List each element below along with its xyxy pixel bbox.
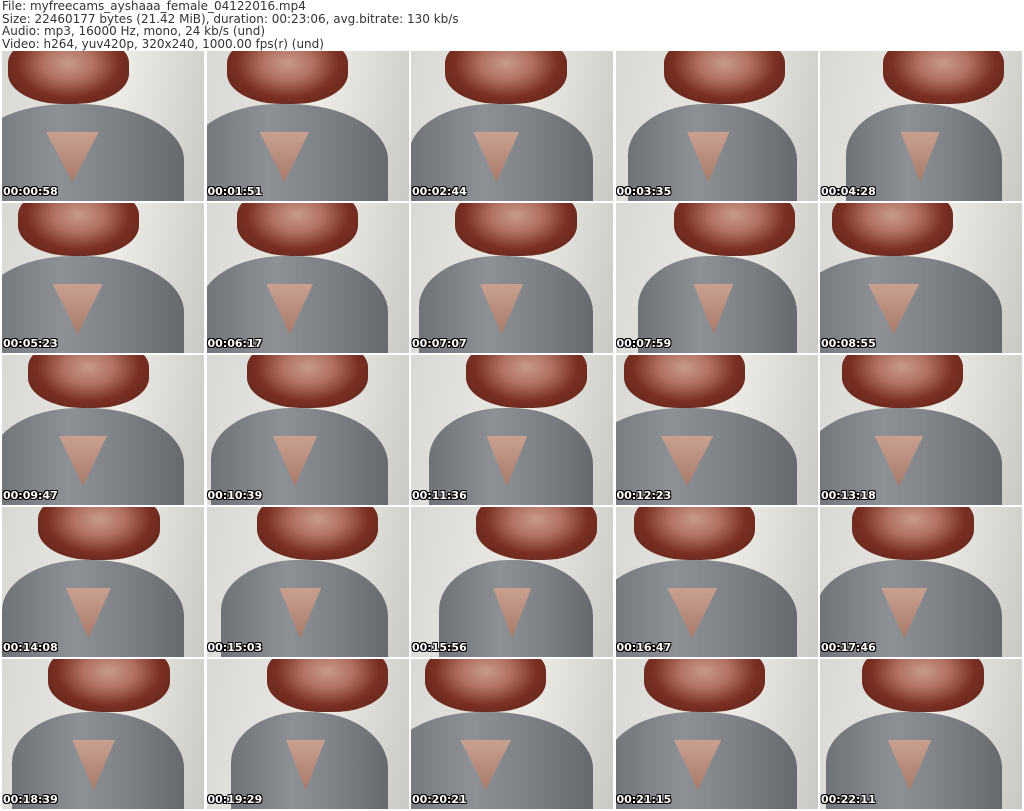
video-thumbnail[interactable]: 00:21:15: [615, 659, 818, 809]
thumbnail-image-hair: [246, 355, 369, 408]
video-thumbnail[interactable]: 00:11:36: [411, 355, 613, 505]
thumbnail-image-hair: [28, 355, 150, 408]
thumbnail-image-hair: [445, 51, 567, 104]
thumbnail-image-hair: [623, 355, 745, 408]
video-thumbnail[interactable]: 00:20:21: [411, 659, 613, 809]
timestamp: 00:13:18: [821, 489, 876, 502]
video-thumbnail[interactable]: 00:04:28: [820, 51, 1022, 201]
video-thumbnail[interactable]: 00:03:35: [615, 51, 818, 201]
thumbnail-image-hair: [8, 51, 130, 104]
timestamp: 00:21:15: [616, 793, 672, 806]
timestamp: 00:01:51: [207, 185, 263, 198]
thumbnail-image-hair: [663, 51, 786, 104]
timestamp: 00:03:35: [616, 185, 672, 198]
timestamp: 00:19:29: [207, 793, 263, 806]
timestamp: 00:14:08: [3, 641, 58, 654]
video-thumbnail[interactable]: 00:18:39: [2, 659, 204, 809]
thumbnail-image-hair: [18, 203, 140, 256]
timestamp: 00:10:39: [207, 489, 263, 502]
video-thumbnail[interactable]: 00:13:18: [820, 355, 1022, 505]
thumbnail-image-hair: [643, 659, 765, 712]
timestamp: 00:07:59: [616, 337, 672, 350]
video-thumbnail[interactable]: 00:19:29: [206, 659, 409, 809]
video-thumbnail[interactable]: 00:01:51: [206, 51, 409, 201]
timestamp: 00:05:23: [3, 337, 58, 350]
video-thumbnail[interactable]: 00:12:23: [615, 355, 818, 505]
thumbnail-image-hair: [832, 203, 954, 256]
thumbnail-image-hair: [465, 355, 587, 408]
timestamp: 00:20:21: [412, 793, 467, 806]
thumbnail-image-hair: [475, 507, 597, 560]
file-info-header: File: myfreecams_ayshaaa_female_04122016…: [2, 0, 459, 50]
thumbnail-image-hair: [425, 659, 547, 712]
video-thumbnail[interactable]: 00:09:47: [2, 355, 204, 505]
thumbnail-image-hair: [882, 51, 1004, 104]
thumbnail-grid: 00:00:58 00:01:51 00:02:44 00:03:35 00:04:28…: [2, 51, 1022, 809]
timestamp: 00:08:55: [821, 337, 876, 350]
timestamp: 00:11:36: [412, 489, 467, 502]
thumbnail-image-hair: [38, 507, 160, 560]
timestamp: 00:15:03: [207, 641, 263, 654]
thumbnail-image-hair: [842, 355, 964, 408]
timestamp: 00:09:47: [3, 489, 58, 502]
video-thumbnail[interactable]: 00:15:56: [411, 507, 613, 657]
video-thumbnail[interactable]: 00:07:59: [615, 203, 818, 353]
timestamp: 00:15:56: [412, 641, 467, 654]
thumbnail-image-hair: [633, 507, 755, 560]
video-thumbnail[interactable]: 00:05:23: [2, 203, 204, 353]
timestamp: 00:12:23: [616, 489, 672, 502]
thumbnail-image-hair: [455, 203, 577, 256]
thumbnail-image-hair: [267, 659, 389, 712]
video-thumbnail[interactable]: 00:07:07: [411, 203, 613, 353]
thumbnail-image-hair: [257, 507, 379, 560]
thumbnail-image-hair: [48, 659, 170, 712]
thumbnail-image-hair: [236, 203, 358, 256]
timestamp: 00:04:28: [821, 185, 876, 198]
video-thumbnail[interactable]: 00:06:17: [206, 203, 409, 353]
thumbnail-image-hair: [862, 659, 984, 712]
timestamp: 00:22:11: [821, 793, 876, 806]
timestamp: 00:16:47: [616, 641, 672, 654]
timestamp: 00:02:44: [412, 185, 467, 198]
timestamp: 00:00:58: [3, 185, 58, 198]
video-thumbnail[interactable]: 00:22:11: [820, 659, 1022, 809]
timestamp: 00:18:39: [3, 793, 58, 806]
timestamp: 00:06:17: [207, 337, 263, 350]
video-thumbnail[interactable]: 00:02:44: [411, 51, 613, 201]
timestamp: 00:17:46: [821, 641, 876, 654]
video-thumbnail[interactable]: 00:14:08: [2, 507, 204, 657]
thumbnail-image-hair: [852, 507, 974, 560]
video-info: Video: h264, yuv420p, 320x240, 1000.00 f…: [2, 36, 324, 51]
timestamp: 00:07:07: [412, 337, 467, 350]
video-thumbnail[interactable]: 00:10:39: [206, 355, 409, 505]
video-thumbnail[interactable]: 00:08:55: [820, 203, 1022, 353]
video-thumbnail[interactable]: 00:15:03: [206, 507, 409, 657]
thumbnail-image-hair: [674, 203, 796, 256]
audio-info: Audio: mp3, 16000 Hz, mono, 24 kb/s (und…: [2, 24, 266, 38]
file-name: File: myfreecams_ayshaaa_female_04122016…: [2, 0, 306, 13]
thumbnail-image-hair: [226, 51, 348, 104]
video-thumbnail[interactable]: 00:00:58: [2, 51, 204, 201]
video-thumbnail[interactable]: 00:17:46: [820, 507, 1022, 657]
video-thumbnail[interactable]: 00:16:47: [615, 507, 818, 657]
